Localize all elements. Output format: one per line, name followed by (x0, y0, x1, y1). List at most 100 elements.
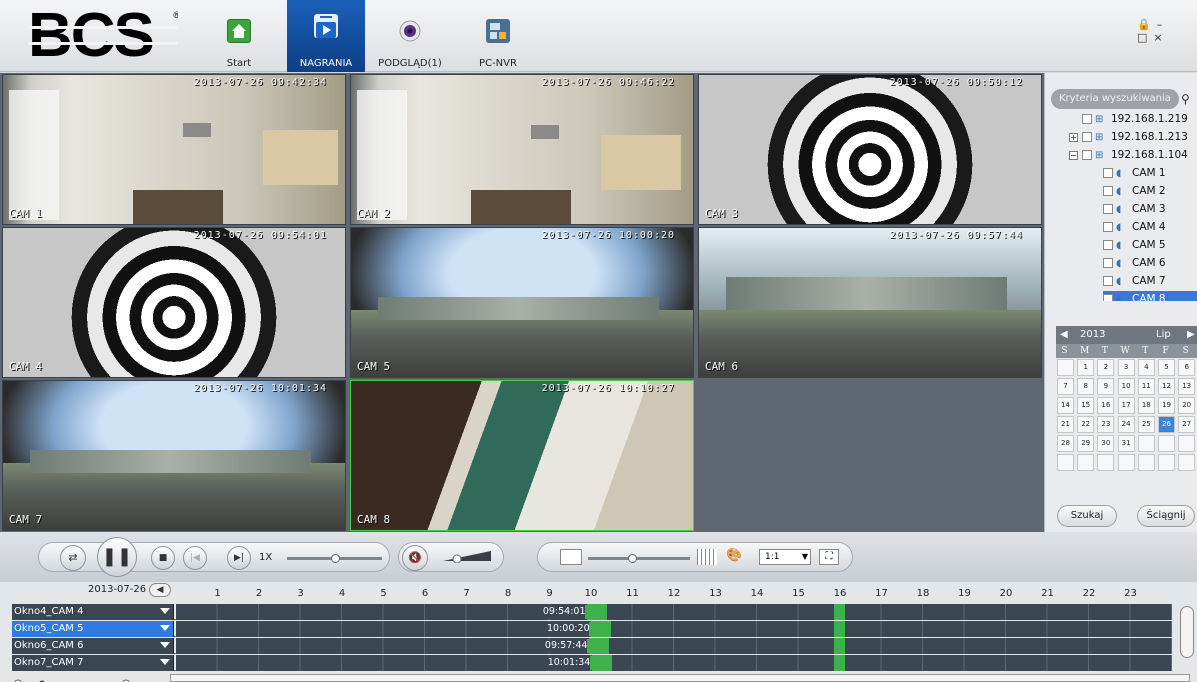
recording-segment[interactable] (591, 621, 611, 637)
tree-checkbox[interactable] (1103, 240, 1113, 250)
expand-toggle-icon[interactable]: + (1069, 132, 1078, 142)
calendar-day[interactable]: 13 (1178, 378, 1196, 395)
calendar-day[interactable]: 26 (1158, 416, 1175, 433)
tree-camera-item[interactable]: ◖ CAM 6 (1103, 255, 1197, 272)
recording-segment[interactable] (833, 604, 845, 620)
camera-tile[interactable]: 2013-07-26 09:54:01 CAM 4 (2, 227, 346, 378)
calendar-day[interactable]: 15 (1077, 397, 1095, 414)
tree-checkbox[interactable] (1103, 258, 1113, 268)
calendar-day[interactable]: 19 (1158, 397, 1175, 414)
tab-podglad[interactable]: PODGLĄD(1) (371, 0, 449, 72)
calendar-day[interactable]: 28 (1057, 435, 1074, 452)
calendar-day[interactable]: 5 (1158, 359, 1175, 376)
palette-icon[interactable]: 🎨 (726, 548, 750, 566)
timeline-row-label[interactable]: Okno6_CAM 6 (12, 638, 174, 654)
chevron-down-icon[interactable] (160, 642, 170, 648)
calendar-day[interactable]: 20 (1178, 397, 1196, 414)
tree-camera-item[interactable]: ◖ CAM 2 (1103, 183, 1197, 200)
tree-device-item[interactable]: + ⊞ 192.168.1.213 (1069, 129, 1197, 146)
prev-month-icon[interactable]: ◀ (1060, 326, 1068, 344)
chevron-down-icon[interactable] (160, 608, 170, 614)
calendar-day[interactable]: 9 (1097, 378, 1115, 395)
tree-checkbox[interactable] (1082, 132, 1092, 142)
tree-checkbox[interactable] (1103, 222, 1113, 232)
timeline-row[interactable]: Okno7_CAM 7 10:01:34 (12, 655, 1172, 671)
timeline-row[interactable]: Okno5_CAM 5 10:00:20 (12, 621, 1172, 637)
timeline-track[interactable] (176, 621, 1172, 637)
calendar-day[interactable]: 1 (1077, 359, 1095, 376)
timeline-horizontal-scrollbar[interactable] (170, 674, 1190, 682)
tab-pc-nvr[interactable]: PC-NVR (459, 0, 537, 72)
calendar-day[interactable]: 12 (1158, 378, 1175, 395)
tree-camera-item[interactable]: ◖ CAM 8 (1103, 291, 1197, 301)
speed-slider-knob[interactable] (331, 554, 340, 563)
calendar-day[interactable]: 27 (1178, 416, 1196, 433)
stop-button[interactable]: ■ (151, 546, 175, 570)
calendar-day[interactable]: 18 (1137, 397, 1155, 414)
lock-icon[interactable]: 🔒 (1137, 18, 1157, 31)
calendar-day[interactable]: 21 (1057, 416, 1074, 433)
tab-nagrania[interactable]: NAGRANIA (287, 0, 365, 72)
tree-device-item[interactable]: − ⊞ 192.168.1.104 (1069, 147, 1197, 164)
calendar-day[interactable]: 4 (1137, 359, 1155, 376)
calendar-day[interactable]: 7 (1057, 378, 1074, 395)
layout-slider-knob[interactable] (628, 554, 637, 563)
fullscreen-icon[interactable]: ⛶ (819, 549, 839, 565)
chevron-down-icon[interactable] (160, 659, 170, 665)
timeline-track[interactable] (176, 638, 1172, 654)
timeline-zoom-slider[interactable] (12, 673, 132, 682)
tree-camera-item[interactable]: ◖ CAM 4 (1103, 219, 1197, 236)
recording-segment[interactable] (833, 621, 845, 637)
calendar-day[interactable]: 25 (1137, 416, 1155, 433)
calendar-day[interactable]: 11 (1137, 378, 1155, 395)
timeline-row-label[interactable]: Okno4_CAM 4 (12, 604, 174, 620)
tree-checkbox[interactable] (1103, 204, 1113, 214)
layout-grid-icon[interactable] (697, 549, 717, 565)
timeline-track[interactable] (176, 655, 1172, 671)
timeline-vertical-scrollbar[interactable] (1180, 606, 1194, 658)
tree-checkbox[interactable] (1082, 150, 1092, 160)
timeline-track[interactable] (176, 604, 1172, 620)
calendar-day[interactable]: 14 (1057, 397, 1074, 414)
step-back-button[interactable]: |◀ (183, 546, 207, 570)
timeline-row-label[interactable]: Okno5_CAM 5 (12, 621, 174, 637)
recording-segment[interactable] (833, 655, 845, 671)
chevron-down-icon[interactable] (160, 625, 170, 631)
tab-start[interactable]: Start (200, 0, 278, 72)
camera-tile[interactable]: 2013-07-26 09:46:22 CAM 2 (350, 74, 694, 225)
tree-camera-item[interactable]: ◖ CAM 3 (1103, 201, 1197, 218)
search-button[interactable]: Szukaj (1057, 505, 1117, 527)
calendar-day[interactable]: 10 (1117, 378, 1135, 395)
calendar-day[interactable]: 6 (1178, 359, 1196, 376)
search-icon[interactable]: ⚲ (1181, 89, 1197, 109)
calendar-day[interactable]: 31 (1117, 435, 1135, 452)
calendar-day[interactable]: 3 (1117, 359, 1135, 376)
maximize-icon[interactable]: □ (1137, 31, 1153, 44)
expand-toggle-icon[interactable]: − (1069, 150, 1078, 160)
step-forward-button[interactable]: ▶| (227, 546, 251, 570)
recording-segment[interactable] (833, 638, 845, 654)
recording-segment[interactable] (591, 655, 612, 671)
calendar-day[interactable]: 16 (1097, 397, 1115, 414)
calendar-day[interactable]: 22 (1077, 416, 1095, 433)
aspect-ratio-select[interactable]: 1:1 ▼ (759, 549, 811, 565)
next-month-icon[interactable]: ▶ (1187, 326, 1195, 344)
timeline-back-icon[interactable]: ◀ (149, 583, 171, 597)
camera-tile[interactable]: 2013-07-26 09:42:34 CAM 1 (2, 74, 346, 225)
calendar-day[interactable]: 30 (1097, 435, 1115, 452)
camera-tile[interactable]: 2013-07-26 09:50:12 CAM 3 (698, 74, 1042, 225)
recording-segment[interactable] (588, 638, 609, 654)
calendar-day[interactable]: 23 (1097, 416, 1115, 433)
camera-tile[interactable]: 2013-07-26 09:57:44 CAM 6 (698, 227, 1042, 378)
camera-tile-active[interactable]: 2013-07-26 10:10:27 CAM 8 (350, 380, 694, 531)
calendar-day[interactable]: 24 (1117, 416, 1135, 433)
calendar-day[interactable]: 17 (1117, 397, 1135, 414)
tree-camera-item[interactable]: ◖ CAM 7 (1103, 273, 1197, 290)
mute-icon[interactable]: 🔇 (402, 545, 428, 571)
tree-camera-item[interactable]: ◖ CAM 5 (1103, 237, 1197, 254)
tree-camera-item[interactable]: ◖ CAM 1 (1103, 165, 1197, 182)
tree-checkbox[interactable] (1103, 186, 1113, 196)
calendar-day[interactable]: 8 (1077, 378, 1095, 395)
tree-checkbox[interactable] (1082, 114, 1092, 124)
search-input[interactable]: Kryteria wyszukiwania (1051, 89, 1179, 109)
